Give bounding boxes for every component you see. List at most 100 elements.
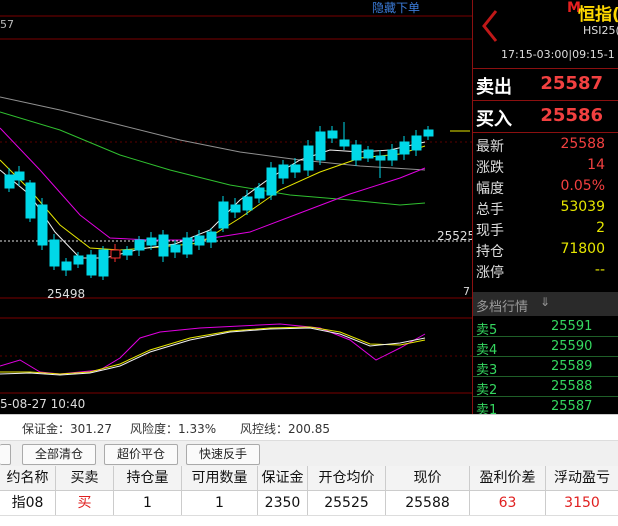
- candle-body: [134, 239, 145, 251]
- candle-body: [158, 234, 169, 257]
- price-line-label: 25525: [437, 229, 476, 243]
- hide-order-link[interactable]: 隐藏下单: [372, 0, 420, 16]
- kline-chart[interactable]: 隐藏下单 57 25498 25525 7 5-08-27 10:40: [0, 0, 476, 414]
- column-header[interactable]: 开仓均价: [308, 466, 386, 490]
- candle-body: [303, 145, 314, 171]
- depth-row[interactable]: 卖4 25590: [473, 337, 618, 358]
- buy-price-row[interactable]: 买入 25586: [473, 101, 618, 133]
- buy-label: 买入: [476, 109, 512, 130]
- column-header[interactable]: 现价: [386, 466, 470, 490]
- depth-price: 25591: [551, 319, 593, 334]
- stat-value: 0.05%: [560, 178, 605, 194]
- chevron-down-icon[interactable]: ⇓: [540, 295, 550, 309]
- candle-body: [254, 187, 265, 199]
- candle-body: [278, 164, 289, 179]
- depth-label: 卖5: [476, 323, 498, 338]
- kline-chart-canvas[interactable]: [0, 0, 472, 414]
- candle-body: [411, 135, 422, 151]
- stat-value: 25588: [560, 136, 605, 152]
- quick-reverse-button[interactable]: 快速反手: [186, 444, 260, 465]
- candle-body: [218, 201, 229, 229]
- quote-header: M 恒指( HSI25( 17:15-03:00|09:15-1: [473, 0, 618, 69]
- cell-contract: 指08: [0, 491, 56, 515]
- stat-row: 最新 25588: [473, 133, 618, 155]
- candle-body: [61, 261, 72, 271]
- table-row[interactable]: 指08 买 1 1 2350 25525 25588 63 3150: [0, 491, 618, 516]
- candle-body: [73, 255, 84, 265]
- instrument-code: HSI25(: [583, 24, 618, 37]
- stat-row: 总手 53039: [473, 196, 618, 218]
- cell-price-diff: 63: [470, 491, 546, 515]
- stat-label: 最新: [476, 139, 504, 155]
- stat-label: 幅度: [476, 181, 504, 197]
- depth-price: 25588: [551, 379, 593, 394]
- column-header[interactable]: 约名称: [0, 466, 56, 490]
- candle-body: [399, 141, 410, 155]
- candle-body: [110, 249, 121, 259]
- cell-direction: 买: [56, 491, 114, 515]
- candle-body: [423, 129, 434, 137]
- candle-body: [290, 164, 301, 173]
- depth-price: 25590: [551, 339, 593, 354]
- cell-position: 1: [114, 491, 182, 515]
- trading-hours: 17:15-03:00|09:15-1: [501, 48, 615, 61]
- column-header[interactable]: 浮动盈亏: [546, 466, 618, 490]
- crosshair-time-label: 5-08-27 10:40: [0, 397, 86, 411]
- stat-row: 持仓 71800: [473, 238, 618, 260]
- candle-body: [206, 231, 217, 243]
- stat-label: 涨停: [476, 265, 504, 281]
- super-close-button[interactable]: 超价平仓: [104, 444, 178, 465]
- risk-control-text: 风控线：200.85: [240, 422, 330, 436]
- depth-header[interactable]: 多档行情 ⇓: [473, 292, 618, 316]
- stat-row: 涨停 --: [473, 259, 618, 281]
- indicator-lines: [0, 323, 426, 376]
- depth-price: 25587: [551, 399, 593, 414]
- column-header[interactable]: 买卖: [56, 466, 114, 490]
- column-header[interactable]: 保证金: [258, 466, 308, 490]
- depth-label: 卖4: [476, 343, 498, 358]
- column-header[interactable]: 可用数量: [182, 466, 258, 490]
- candle-body: [25, 182, 36, 219]
- sell-price: 25587: [540, 73, 603, 94]
- depth-price: 25589: [551, 359, 593, 374]
- stat-label: 总手: [476, 202, 504, 218]
- candle-body: [86, 254, 97, 276]
- candle-body: [339, 139, 350, 147]
- indicator-line-white: [0, 327, 426, 376]
- quote-panel: M 恒指( HSI25( 17:15-03:00|09:15-1 卖出 2558…: [472, 0, 618, 418]
- toolbar-button-partial[interactable]: [0, 444, 11, 465]
- depth-row[interactable]: 卖5 25591: [473, 317, 618, 338]
- stat-label: 持仓: [476, 244, 504, 260]
- indicator-line-magenta: [0, 323, 426, 375]
- candle-body: [351, 144, 362, 161]
- cell-float-pnl: 3150: [564, 495, 600, 511]
- stat-label: 涨跌: [476, 160, 504, 176]
- close-all-button[interactable]: 全部清仓: [22, 444, 96, 465]
- depth-row[interactable]: 卖2 25588: [473, 377, 618, 398]
- candle-body: [387, 149, 398, 161]
- depth-list: 卖5 25591 卖4 25590 卖3 25589 卖2 25588 卖1 25587: [473, 317, 618, 418]
- sell-price-row[interactable]: 卖出 25587: [473, 69, 618, 101]
- candle-body: [315, 131, 326, 161]
- column-header[interactable]: 盈利价差: [470, 466, 546, 490]
- candle-body: [375, 155, 386, 161]
- stat-value: 71800: [560, 241, 605, 257]
- axis-small-label: 7: [463, 285, 470, 298]
- stat-value: 14: [587, 157, 605, 173]
- column-header[interactable]: 持仓量: [114, 466, 182, 490]
- candle-body: [170, 244, 181, 253]
- sell-label: 卖出: [476, 77, 512, 98]
- low-price-label: 25498: [47, 287, 86, 301]
- buy-price: 25586: [540, 105, 603, 126]
- indicator-line-yellow: [0, 326, 426, 375]
- back-arrow-icon[interactable]: [481, 8, 499, 44]
- axis-corner-value: 57: [0, 18, 14, 31]
- stat-row: 现手 2: [473, 217, 618, 239]
- candle-body: [122, 249, 133, 256]
- stat-value: --: [594, 262, 605, 278]
- candle-body: [194, 235, 205, 246]
- depth-row[interactable]: 卖3 25589: [473, 357, 618, 378]
- candle-body: [37, 204, 48, 246]
- quote-stats: 最新 25588 涨跌 14 幅度 0.05% 总手 53039 现手 2 持仓 71800…: [473, 133, 618, 281]
- order-toolbar: 全部清仓 超价平仓 快速反手: [0, 440, 618, 467]
